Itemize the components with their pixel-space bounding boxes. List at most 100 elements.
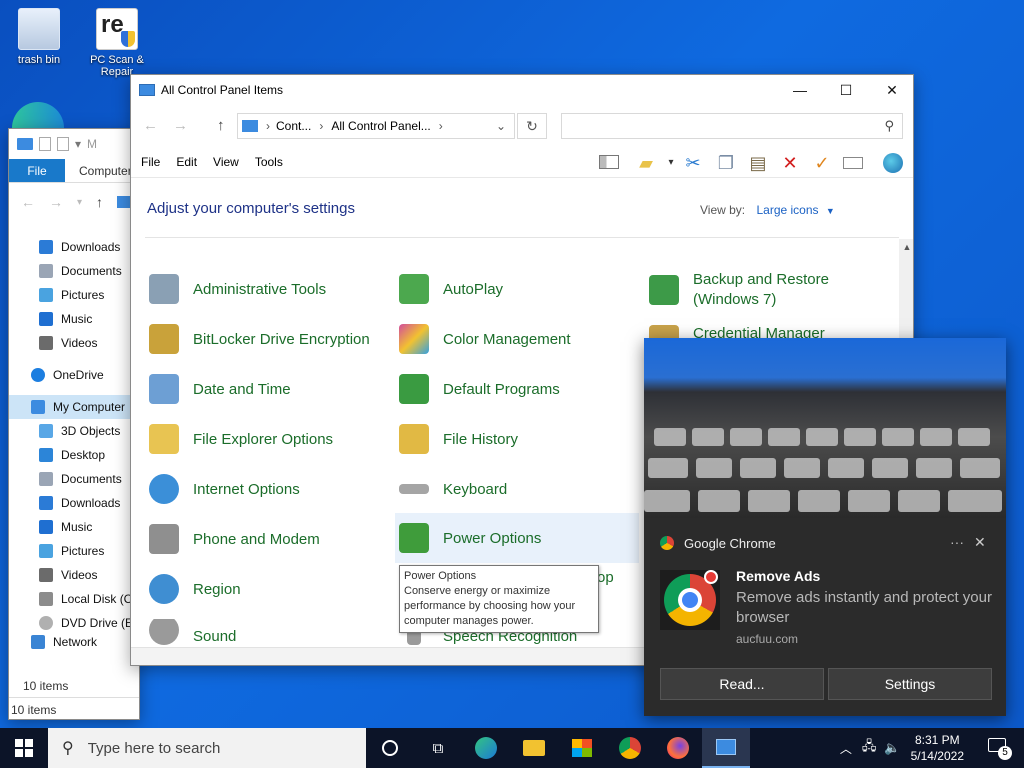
cp-item-bitlocker[interactable]: BitLocker Drive Encryption: [149, 319, 370, 359]
cp-item-autoplay[interactable]: AutoPlay: [399, 269, 503, 309]
menu-tools[interactable]: Tools: [255, 155, 283, 169]
backup-restore-icon: [649, 275, 679, 305]
menu-edit[interactable]: Edit: [176, 155, 197, 169]
refresh-button[interactable]: ↻: [517, 113, 547, 139]
action-center-button[interactable]: 5: [986, 736, 1012, 760]
scroll-up-icon[interactable]: ▲: [899, 242, 913, 252]
close-icon[interactable]: ✕: [974, 534, 986, 551]
search-icon[interactable]: ⚲: [884, 118, 894, 134]
more-options-icon[interactable]: ···: [950, 534, 964, 550]
cp-item-date-time[interactable]: Date and Time: [149, 369, 291, 409]
cp-item-credential-manager[interactable]: Credential Manager: [649, 325, 825, 339]
cp-item-keyboard[interactable]: Keyboard: [399, 469, 507, 509]
view-by-dropdown[interactable]: Large icons: [756, 203, 818, 217]
tree-item-music[interactable]: Music: [9, 515, 139, 539]
desktop-icon-pc-scan-repair[interactable]: re PC Scan & Repair: [86, 8, 148, 78]
back-arrow-icon[interactable]: ←: [21, 194, 35, 210]
tray-chevron-up-icon[interactable]: ︿: [840, 740, 852, 757]
cp-item-internet-options[interactable]: Internet Options: [149, 469, 300, 509]
tree-item-music[interactable]: Music: [9, 307, 139, 331]
forward-arrow-icon[interactable]: →: [49, 194, 63, 210]
tree-item-local-disk[interactable]: Local Disk (C: [9, 587, 139, 611]
cp-item-default-programs[interactable]: Default Programs: [399, 369, 560, 409]
delete-icon[interactable]: ✕: [780, 153, 800, 173]
dropdown-arrow-icon[interactable]: ▾: [77, 197, 82, 208]
ribbon-tab-computer[interactable]: Computer: [65, 159, 132, 182]
cp-item-power-options[interactable]: Power Options: [395, 513, 639, 563]
taskbar-file-explorer[interactable]: [510, 728, 558, 768]
menu-view[interactable]: View: [213, 155, 239, 169]
cut-icon[interactable]: ✂: [683, 153, 703, 173]
desktop-icon-trash-bin[interactable]: trash bin: [8, 8, 70, 66]
tree-item-network[interactable]: Network: [9, 635, 139, 649]
tree-item-pictures[interactable]: Pictures: [9, 283, 139, 307]
up-arrow-icon[interactable]: ↑: [96, 194, 103, 210]
pc-scan-repair-icon: re: [96, 8, 138, 50]
read-button[interactable]: Read...: [660, 668, 824, 700]
tree-item-videos[interactable]: Videos: [9, 563, 139, 587]
back-arrow-icon[interactable]: ←: [143, 117, 158, 134]
tree-item-documents[interactable]: Documents: [9, 467, 139, 491]
properties-icon[interactable]: [39, 137, 51, 151]
breadcrumb-all-items[interactable]: All Control Panel...: [331, 119, 430, 133]
taskbar-search-box[interactable]: ⚲ Type here to search: [48, 728, 366, 768]
notification-badge: [704, 570, 718, 584]
layout-icon[interactable]: [599, 153, 619, 173]
ribbon-tab-file[interactable]: File: [9, 159, 65, 182]
tree-item-downloads[interactable]: Downloads: [9, 491, 139, 515]
volume-icon[interactable]: 🔈: [884, 740, 900, 756]
cp-item-file-history[interactable]: File History: [399, 419, 518, 459]
address-bar[interactable]: › Cont... › All Control Panel... › ⌄: [237, 113, 515, 139]
tree-item-documents[interactable]: Documents: [9, 259, 139, 283]
close-button[interactable]: ✕: [869, 75, 913, 105]
tree-item-onedrive[interactable]: OneDrive: [9, 363, 139, 387]
settings-button[interactable]: Settings: [828, 668, 992, 700]
tree-item-my-computer[interactable]: My Computer: [9, 395, 139, 419]
menu-file[interactable]: File: [141, 155, 160, 169]
tree-item-pictures[interactable]: Pictures: [9, 539, 139, 563]
taskbar-edge[interactable]: [462, 728, 510, 768]
taskbar-store[interactable]: [558, 728, 606, 768]
new-folder-icon[interactable]: [57, 137, 69, 151]
keyboard-key: [872, 458, 908, 478]
taskbar-chrome[interactable]: [606, 728, 654, 768]
cp-item-sound[interactable]: Sound: [149, 619, 236, 645]
cp-item-file-explorer-options[interactable]: File Explorer Options: [149, 419, 333, 459]
cp-item-backup-restore[interactable]: Backup and Restore (Windows 7): [649, 267, 829, 313]
quick-access-dropdown-icon[interactable]: ▾: [75, 137, 81, 151]
forward-arrow-icon[interactable]: →: [173, 117, 188, 134]
minimize-button[interactable]: —: [777, 75, 823, 105]
properties-icon[interactable]: [843, 153, 863, 173]
breadcrumb-control-panel[interactable]: Cont...: [276, 119, 311, 133]
address-dropdown-icon[interactable]: ⌄: [496, 119, 506, 133]
task-view-button[interactable]: ⧉: [414, 728, 462, 768]
cp-item-color-management[interactable]: Color Management: [399, 319, 571, 359]
chrome-notification-toast[interactable]: Google Chrome ··· ✕ Remove Ads Remove ad…: [644, 338, 1006, 716]
folder-view-icon[interactable]: ▰: [636, 153, 656, 173]
cp-item-phone-modem[interactable]: Phone and Modem: [149, 519, 320, 559]
taskbar-firefox[interactable]: [654, 728, 702, 768]
search-input[interactable]: ⚲: [561, 113, 903, 139]
chevron-down-icon[interactable]: ▼: [826, 206, 835, 216]
keyboard-key: [730, 428, 762, 446]
checkmark-icon[interactable]: ✓: [812, 153, 832, 173]
paste-icon[interactable]: ▤: [748, 153, 768, 173]
tree-item-videos[interactable]: Videos: [9, 331, 139, 355]
up-arrow-icon[interactable]: ↑: [217, 117, 225, 134]
copy-icon[interactable]: ❐: [716, 153, 736, 173]
tree-item-downloads[interactable]: Downloads: [9, 235, 139, 259]
clock[interactable]: 8:31 PM 5/14/2022: [911, 732, 964, 764]
cortana-button[interactable]: [366, 728, 414, 768]
keyboard-key: [958, 428, 990, 446]
network-icon[interactable]: 🖧: [862, 737, 877, 759]
tree-item-dvd-drive[interactable]: DVD Drive (E: [9, 611, 139, 635]
maximize-button[interactable]: ☐: [823, 75, 869, 105]
cp-item-region[interactable]: Region: [149, 569, 241, 609]
view-dropdown-icon[interactable]: ▾: [661, 153, 681, 173]
start-button[interactable]: [0, 728, 48, 768]
tree-item-desktop[interactable]: Desktop: [9, 443, 139, 467]
tree-item-3d-objects[interactable]: 3D Objects: [9, 419, 139, 443]
cp-item-administrative-tools[interactable]: Administrative Tools: [149, 269, 326, 309]
taskbar-control-panel[interactable]: [702, 728, 750, 768]
globe-icon[interactable]: [883, 153, 903, 173]
